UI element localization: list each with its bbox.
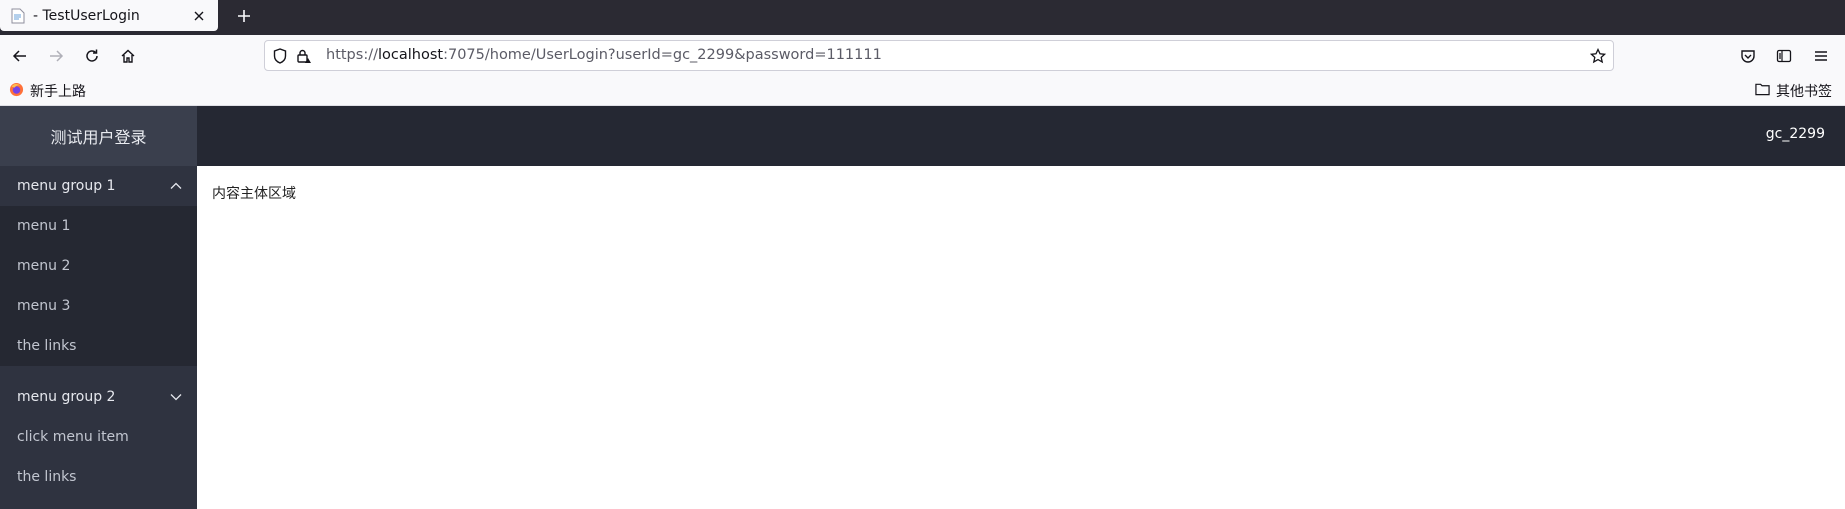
firefox-icon: [9, 82, 24, 101]
url-scheme: https://: [326, 47, 378, 63]
pocket-icon[interactable]: [1736, 44, 1760, 68]
brand-title: 测试用户登录: [0, 106, 197, 166]
browser-tab[interactable]: - TestUserLogin: [0, 0, 218, 31]
menu-group-1-items: menu 1 menu 2 menu 3 the links: [0, 206, 197, 366]
folder-icon: [1755, 82, 1770, 100]
url-host: localhost: [377, 47, 444, 63]
tracking-shield-icon[interactable]: [271, 47, 289, 65]
address-bar[interactable]: https://localhost:7075/home/UserLogin?us…: [264, 40, 1614, 71]
top-header: gc_2299: [197, 106, 1845, 166]
lock-warning-icon[interactable]: [295, 47, 313, 65]
page-icon: [10, 8, 26, 24]
app-root: 测试用户登录 menu group 1 menu 1 menu 2 menu 3…: [0, 106, 1845, 509]
content-body-text: 内容主体区域: [212, 186, 296, 202]
sidebar: 测试用户登录 menu group 1 menu 1 menu 2 menu 3…: [0, 106, 197, 509]
url-text[interactable]: https://localhost:7075/home/UserLogin?us…: [326, 47, 882, 63]
navigation-toolbar: https://localhost:7075/home/UserLogin?us…: [0, 35, 1845, 77]
bookmarks-bar: 新手上路 其他书签: [0, 77, 1845, 106]
bookmark-folder-label: 其他书签: [1776, 84, 1832, 100]
bookmark-star-icon[interactable]: [1589, 47, 1607, 65]
menu-item-menu-3[interactable]: menu 3: [0, 286, 197, 326]
menu-group-title: menu group 1: [17, 178, 116, 194]
forward-icon[interactable]: [44, 44, 68, 68]
hamburger-menu-icon[interactable]: [1809, 44, 1833, 68]
home-icon[interactable]: [116, 44, 140, 68]
sidebar-toggle-icon[interactable]: [1772, 44, 1796, 68]
menu-item-the-links[interactable]: the links: [0, 326, 197, 366]
menu-item-click-menu-item[interactable]: click menu item: [0, 417, 197, 457]
menu-item-menu-2[interactable]: menu 2: [0, 246, 197, 286]
menu-group-1-header[interactable]: menu group 1: [0, 166, 197, 206]
menu-item-the-links-2[interactable]: the links: [0, 457, 197, 497]
browser-tab-strip: - TestUserLogin: [0, 0, 1845, 35]
bookmark-getting-started[interactable]: 新手上路: [9, 81, 86, 101]
tab-title: - TestUserLogin: [33, 7, 140, 24]
chevron-up-icon: [169, 179, 183, 193]
chevron-down-icon: [169, 390, 183, 404]
menu-group-2-header[interactable]: menu group 2: [0, 377, 197, 417]
back-icon[interactable]: [8, 44, 32, 68]
menu-group-title: menu group 2: [17, 389, 116, 405]
bookmark-other-folder[interactable]: 其他书签: [1755, 81, 1832, 101]
url-path: :7075/home/UserLogin?userId=gc_2299&pass…: [443, 47, 882, 63]
user-name[interactable]: gc_2299: [1766, 126, 1825, 142]
bookmark-label: 新手上路: [30, 84, 86, 100]
menu-item-menu-1[interactable]: menu 1: [0, 206, 197, 246]
new-tab-button[interactable]: [232, 4, 256, 28]
main-content: 内容主体区域: [197, 166, 1845, 509]
menu-group-2-items: click menu item the links: [0, 417, 197, 497]
reload-icon[interactable]: [80, 44, 104, 68]
close-icon[interactable]: [190, 7, 208, 25]
